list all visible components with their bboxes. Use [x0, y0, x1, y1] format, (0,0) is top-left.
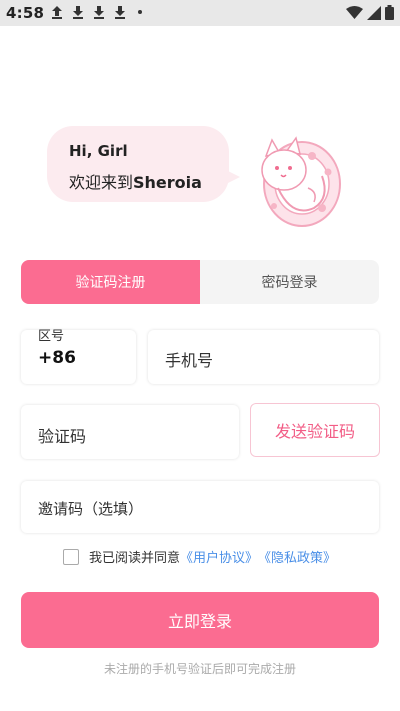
greeting-bubble: Hi, Girl 欢迎来到Sheroia — [47, 126, 229, 202]
user-agreement-link[interactable]: 《用户协议》 — [180, 547, 258, 566]
welcome-prefix: 欢迎来到 — [69, 173, 134, 192]
privacy-policy-link[interactable]: 《隐私政策》 — [258, 547, 336, 566]
area-code-value: +86 — [38, 348, 76, 368]
wifi-icon — [346, 5, 363, 24]
send-code-button[interactable]: 发送验证码 — [250, 403, 380, 457]
upload-icon — [50, 4, 64, 20]
download-icon — [92, 4, 106, 20]
brand-name: Sheroia — [133, 173, 202, 192]
verification-code-input[interactable]: 验证码 — [21, 405, 239, 459]
area-code-label: 区号 — [38, 329, 65, 344]
greeting-title: Hi, Girl — [69, 142, 128, 160]
invite-code-input[interactable]: 邀请码（选填） — [21, 481, 379, 533]
signal-icon — [367, 5, 381, 24]
download-icon — [71, 4, 85, 20]
bubble-tail — [222, 168, 240, 186]
invite-placeholder: 邀请码（选填） — [38, 500, 144, 518]
register-hint: 未注册的手机号验证后即可完成注册 — [103, 662, 296, 676]
welcome-text: 欢迎来到Sheroia — [69, 169, 202, 193]
phone-placeholder: 手机号 — [165, 351, 214, 370]
phone-input[interactable]: 手机号 — [148, 330, 379, 384]
agreement-prefix: 我已阅读并同意 — [89, 551, 181, 566]
tab-code-register[interactable]: 验证码注册 — [21, 260, 200, 304]
area-code-selector[interactable]: 区号 +86 — [21, 329, 136, 384]
code-placeholder: 验证码 — [38, 427, 87, 446]
dot-icon — [138, 10, 142, 14]
login-button[interactable]: 立即登录 — [21, 592, 379, 648]
cat-mascot-icon — [252, 126, 344, 230]
status-time: 4:58 — [6, 4, 45, 22]
agreement-row: 我已阅读并同意 《用户协议》 《隐私政策》 — [63, 547, 336, 566]
download-icon — [113, 4, 127, 20]
login-mode-tabs: 验证码注册 密码登录 — [21, 260, 379, 304]
status-bar: 4:58 — [0, 0, 400, 26]
battery-icon — [385, 5, 394, 24]
agreement-checkbox[interactable] — [63, 548, 79, 565]
tab-password-login[interactable]: 密码登录 — [200, 260, 379, 304]
